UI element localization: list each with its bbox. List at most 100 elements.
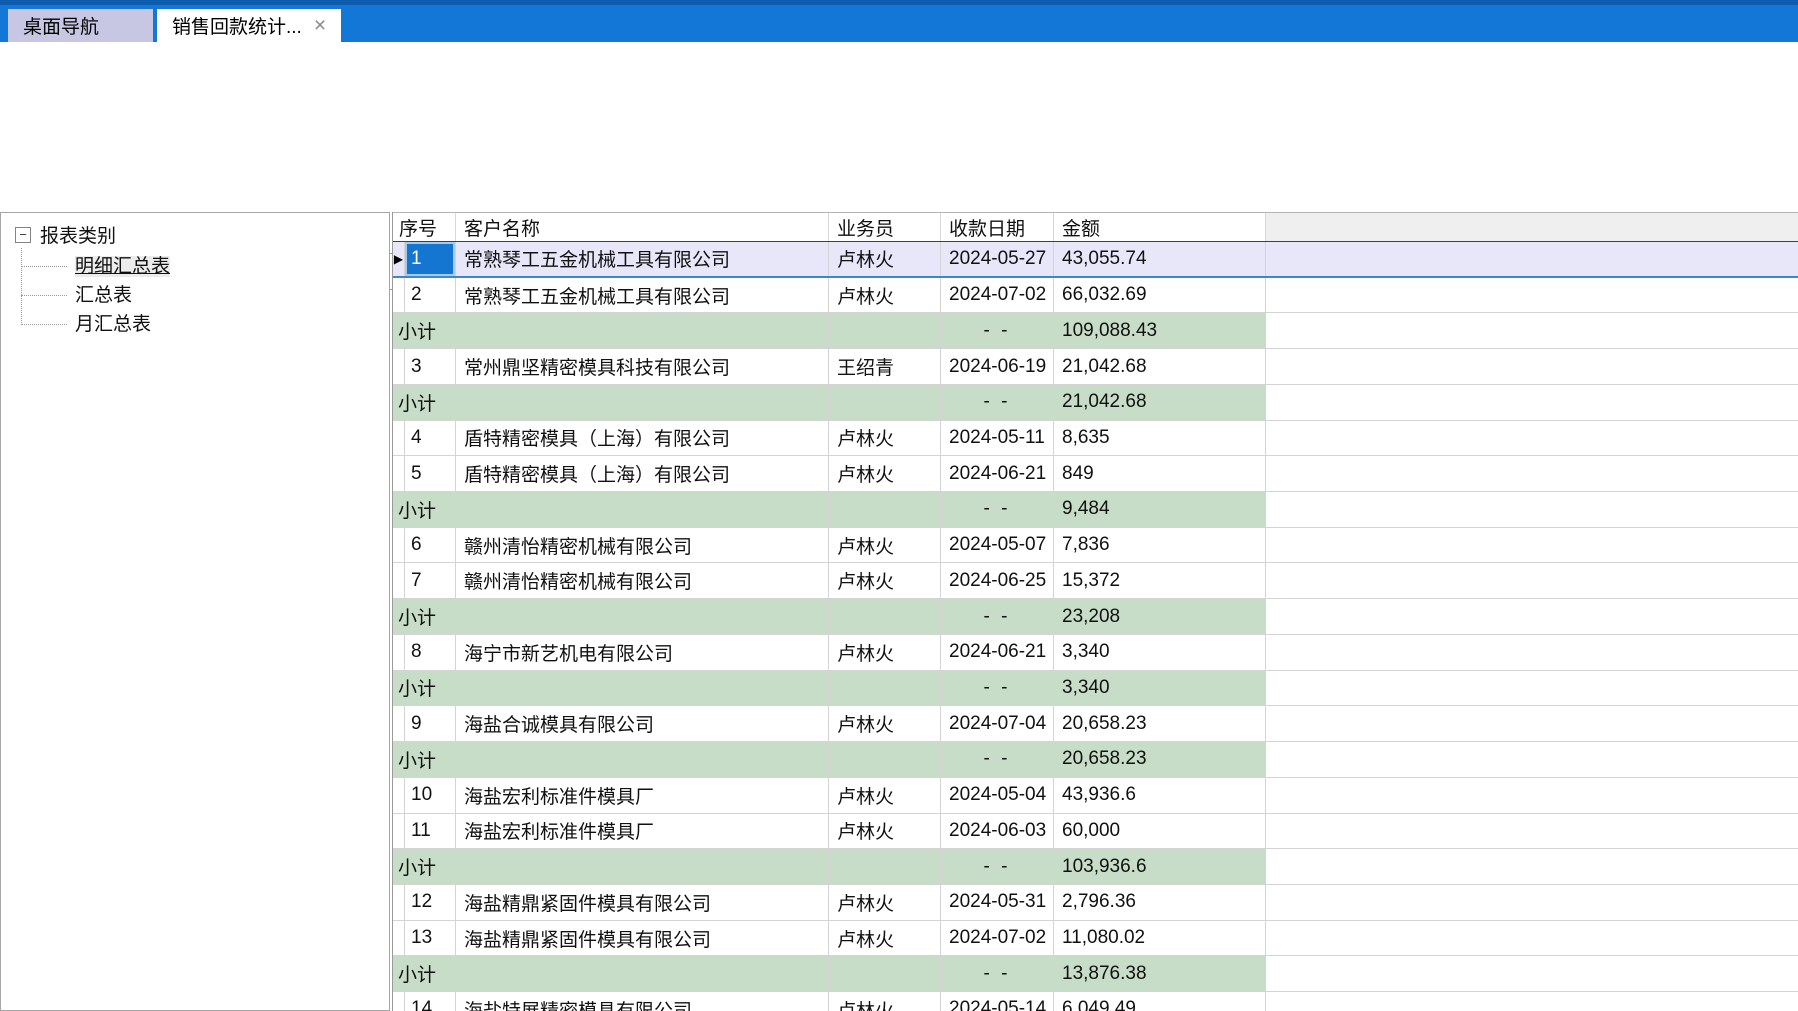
table-row[interactable]: 7 赣州清怡精密机械有限公司 卢林火 2024-06-25 15,372 [393,563,1798,599]
tree-root[interactable]: − 报表类别 [1,213,389,250]
table-row[interactable]: 12 海盐精鼎紧固件模具有限公司 卢林火 2024-05-31 2,796.36 [393,885,1798,921]
tab-sales-report[interactable]: 销售回款统计... × [157,9,341,42]
customer-cell: 赣州清怡精密机械有限公司 [456,563,829,598]
seq-cell: 8 [405,635,456,670]
customer-cell [456,956,829,991]
tree-item-2[interactable]: 月汇总表 [21,310,389,339]
date-cell: - - [941,385,1054,420]
row-indicator-cell [393,706,405,741]
filler-cell [1266,742,1798,777]
subtotal-label-cell: 小计 [393,492,456,527]
table-row[interactable]: 4 盾特精密模具（上海）有限公司 卢林火 2024-05-11 8,635 [393,421,1798,457]
tab-close-icon[interactable]: × [314,15,326,36]
customer-cell [456,385,829,420]
seq-cell: 3 [405,349,456,384]
salesman-cell: 卢林火 [829,563,941,598]
subtotal-row: 小计 - - 9,484 [393,492,1798,528]
row-indicator-cell [393,563,405,598]
date-cell: - - [941,492,1054,527]
subtotal-label-cell: 小计 [393,313,456,348]
column-header-2[interactable]: 业务员 [829,213,941,241]
date-cell: 2024-07-04 [941,706,1054,741]
row-indicator-cell [393,921,405,956]
seq-cell: 5 [405,456,456,491]
customer-cell: 海盐特展精密模具有限公司 [456,992,829,1011]
salesman-cell [829,492,941,527]
filler-cell [1266,992,1798,1011]
seq-cell: 6 [405,528,456,563]
table-row[interactable]: 6 赣州清怡精密机械有限公司 卢林火 2024-05-07 7,836 [393,528,1798,564]
filler-cell [1266,814,1798,849]
seq-cell: 7 [405,563,456,598]
amount-cell: 43,936.6 [1054,778,1266,813]
date-cell: 2024-06-21 [941,456,1054,491]
customer-cell: 常熟琴工五金机械工具有限公司 [456,278,829,313]
customer-cell: 海盐精鼎紧固件模具有限公司 [456,921,829,956]
amount-cell: 2,796.36 [1054,885,1266,920]
tree-item-0[interactable]: 明细汇总表 [21,252,389,281]
table-row[interactable]: 11 海盐宏利标准件模具厂 卢林火 2024-06-03 60,000 [393,814,1798,850]
amount-cell: 20,658.23 [1054,706,1266,741]
customer-cell [456,742,829,777]
amount-cell: 3,340 [1054,635,1266,670]
row-indicator-cell [393,278,405,313]
column-header-3[interactable]: 收款日期 [941,213,1054,241]
date-cell: - - [941,956,1054,991]
customer-cell [456,599,829,634]
date-cell: 2024-05-11 [941,421,1054,456]
salesman-cell: 卢林火 [829,706,941,741]
table-row[interactable]: 2 常熟琴工五金机械工具有限公司 卢林火 2024-07-02 66,032.6… [393,278,1798,314]
collapse-icon[interactable]: − [15,227,31,243]
table-row[interactable]: ▶ 1 常熟琴工五金机械工具有限公司 卢林火 2024-05-27 43,055… [393,242,1798,278]
salesman-cell: 卢林火 [829,992,941,1011]
salesman-cell: 卢林火 [829,885,941,920]
seq-cell: 10 [405,778,456,813]
column-header-1[interactable]: 客户名称 [456,213,829,241]
salesman-cell: 卢林火 [829,814,941,849]
filler-cell [1266,635,1798,670]
salesman-cell: 卢林火 [829,778,941,813]
subtotal-label-cell: 小计 [393,956,456,991]
salesman-cell [829,385,941,420]
tab-label: 桌面导航 [23,12,99,39]
salesman-cell [829,956,941,991]
table-row[interactable]: 13 海盐精鼎紧固件模具有限公司 卢林火 2024-07-02 11,080.0… [393,921,1798,957]
filler-cell [1266,599,1798,634]
subtotal-label-cell: 小计 [393,849,456,884]
table-row[interactable]: 14 海盐特展精密模具有限公司 卢林火 2024-05-14 6,049.49 [393,992,1798,1011]
table-row[interactable]: 5 盾特精密模具（上海）有限公司 卢林火 2024-06-21 849 [393,456,1798,492]
filler-cell [1266,313,1798,348]
grid-header: 序号客户名称业务员收款日期金额 [393,212,1798,242]
date-cell: 2024-06-19 [941,349,1054,384]
column-header-0[interactable]: 序号 [393,213,456,241]
date-cell: - - [941,849,1054,884]
table-row[interactable]: 8 海宁市新艺机电有限公司 卢林火 2024-06-21 3,340 [393,635,1798,671]
row-indicator-cell [393,349,405,384]
table-row[interactable]: 9 海盐合诚模具有限公司 卢林火 2024-07-04 20,658.23 [393,706,1798,742]
seq-cell: 12 [405,885,456,920]
filler-cell [1266,242,1798,276]
filler-cell [1266,349,1798,384]
date-cell: 2024-05-31 [941,885,1054,920]
column-header-4[interactable]: 金额 [1054,213,1266,241]
tree-item-1[interactable]: 汇总表 [21,281,389,310]
amount-cell: 849 [1054,456,1266,491]
customer-cell [456,671,829,706]
date-cell: 2024-05-04 [941,778,1054,813]
row-indicator-cell [393,528,405,563]
subtotal-label-cell: 小计 [393,385,456,420]
subtotal-row: 小计 - - 21,042.68 [393,385,1798,421]
report-grid: 序号客户名称业务员收款日期金额 ▶ 1 常熟琴工五金机械工具有限公司 卢林火 2… [392,212,1798,1011]
amount-cell: 13,876.38 [1054,956,1266,991]
customer-cell [456,849,829,884]
date-cell: - - [941,313,1054,348]
salesman-cell [829,849,941,884]
table-row[interactable]: 10 海盐宏利标准件模具厂 卢林火 2024-05-04 43,936.6 [393,778,1798,814]
date-cell: 2024-06-21 [941,635,1054,670]
amount-cell: 60,000 [1054,814,1266,849]
filter-toolbar: 按日期 从 2024-05-01 至 2024-07-25 汇总方式 按客户 按… [0,120,1798,186]
table-row[interactable]: 3 常州鼎坚精密模具科技有限公司 王绍青 2024-06-19 21,042.6… [393,349,1798,385]
tab-desktop-nav[interactable]: 桌面导航 [8,9,153,42]
seq-cell: 11 [405,814,456,849]
amount-cell: 9,484 [1054,492,1266,527]
